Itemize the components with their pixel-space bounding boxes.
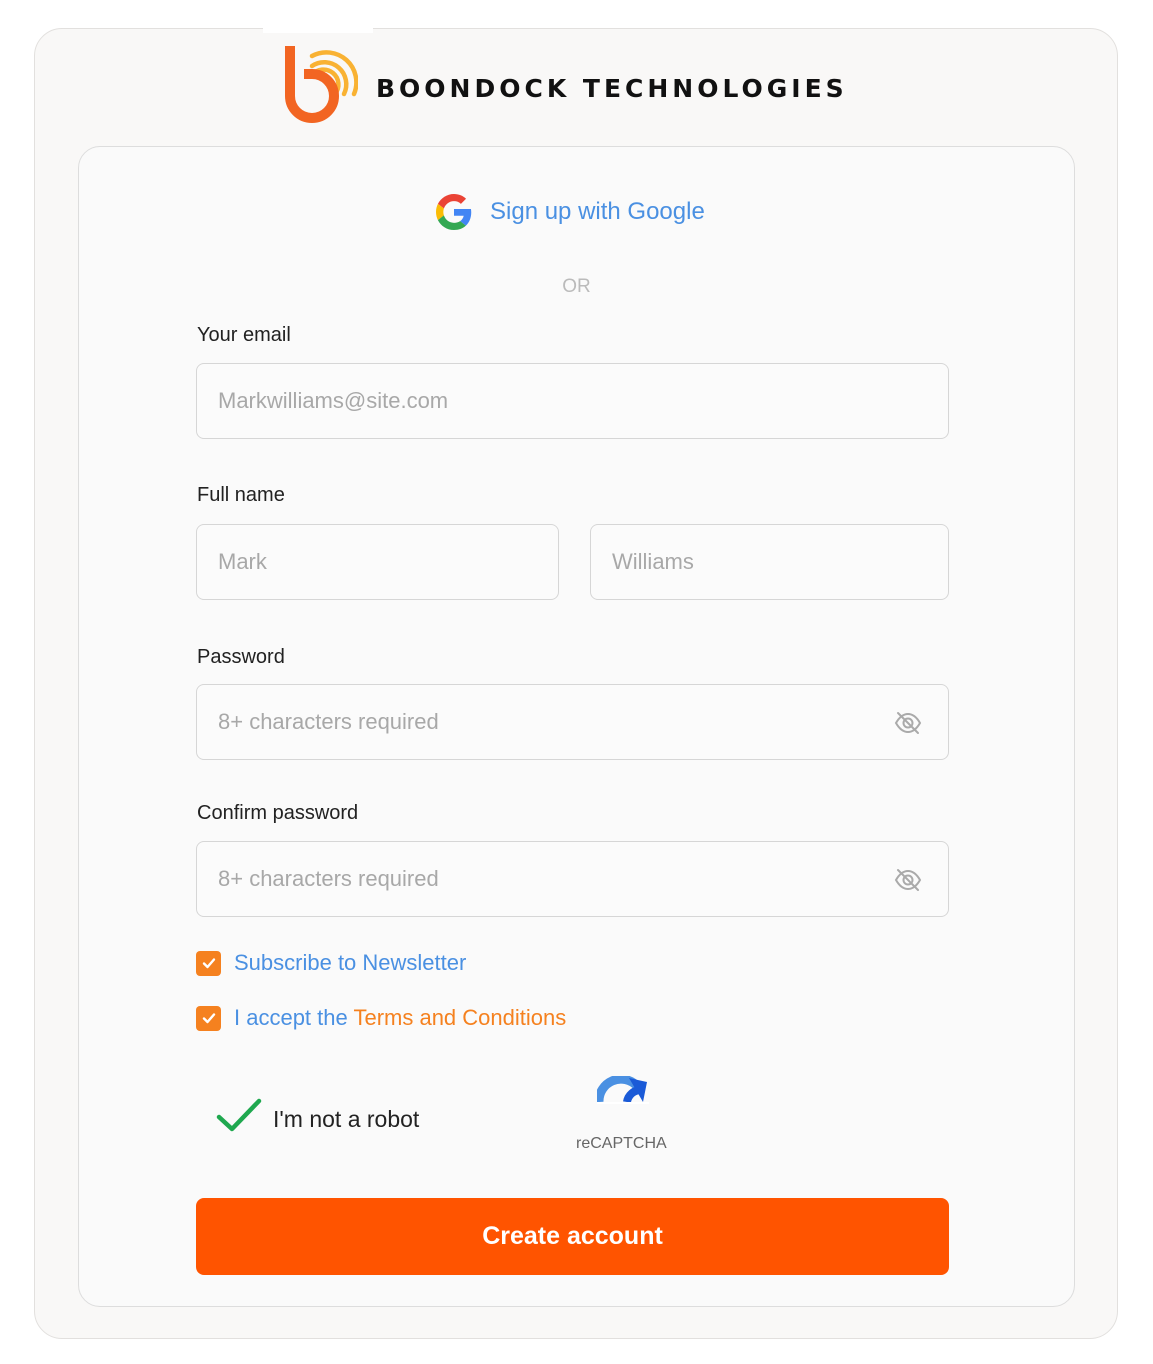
brand-header: BOONDOCK TECHNOLOGIES [282, 42, 848, 124]
google-signup-label: Sign up with Google [490, 198, 705, 225]
recaptcha-widget: I'm not a robot reCAPTCHA [214, 1070, 694, 1170]
last-name-input[interactable] [590, 524, 949, 600]
terms-and-conditions-link[interactable]: Terms and Conditions [353, 1005, 566, 1030]
confirm-password-visibility-toggle-icon[interactable] [893, 865, 923, 895]
password-visibility-toggle-icon[interactable] [893, 708, 923, 738]
boondock-logo-icon [285, 46, 358, 123]
logo-notch [263, 27, 373, 33]
google-signup-button[interactable]: Sign up with Google [436, 194, 705, 230]
not-a-robot-label: I'm not a robot [273, 1106, 420, 1132]
password-input[interactable] [196, 684, 949, 760]
captcha-checkmark-icon[interactable] [216, 1098, 262, 1134]
email-label: Your email [197, 324, 291, 346]
password-label: Password [197, 646, 285, 668]
recaptcha-logo-icon [597, 1076, 649, 1104]
confirm-password-label: Confirm password [197, 802, 359, 824]
recaptcha-brand-label: reCAPTCHA [576, 1135, 667, 1152]
full-name-label: Full name [197, 484, 285, 506]
newsletter-label: Subscribe to Newsletter [234, 950, 467, 975]
newsletter-checkbox[interactable] [196, 950, 221, 976]
confirm-password-input[interactable] [196, 841, 949, 917]
terms-checkbox-row[interactable]: I accept the Terms and Conditions [196, 1005, 566, 1031]
terms-checkbox[interactable] [196, 1005, 221, 1031]
checkmark-icon [202, 1013, 215, 1024]
first-name-input[interactable] [196, 524, 559, 600]
google-icon [436, 194, 472, 230]
email-input[interactable] [196, 363, 949, 439]
brand-name: BOONDOCK TECHNOLOGIES [376, 73, 848, 103]
create-account-button[interactable]: Create account [196, 1198, 949, 1275]
checkmark-icon [202, 958, 215, 969]
newsletter-checkbox-row[interactable]: Subscribe to Newsletter [196, 950, 466, 976]
terms-label: I accept the Terms and Conditions [234, 1005, 566, 1031]
or-divider: OR [562, 276, 591, 297]
terms-prefix: I accept the [234, 1005, 354, 1030]
